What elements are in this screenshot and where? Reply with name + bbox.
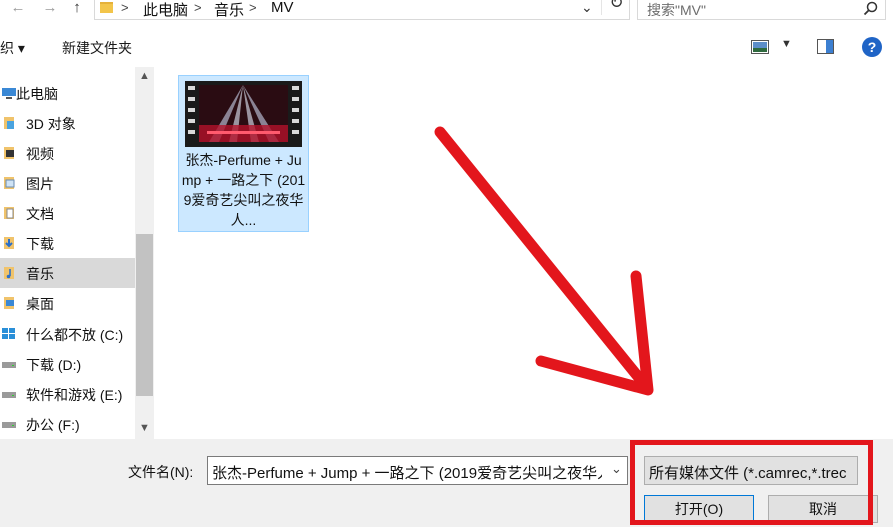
- change-view-icon[interactable]: [751, 40, 769, 54]
- nav-item-label: 下载: [26, 236, 54, 252]
- nav-item-label: 视频: [26, 146, 54, 162]
- nav-item-drive-e[interactable]: 软件和游戏 (E:): [0, 379, 135, 409]
- scroll-down-icon[interactable]: ▼: [139, 422, 150, 434]
- nav-item-label: 什么都不放 (C:): [26, 327, 124, 343]
- nav-item-label: 桌面: [26, 296, 54, 312]
- nav-item-label: 办公 (F:): [26, 417, 80, 433]
- nav-item-downloads[interactable]: 下载: [0, 228, 135, 258]
- toolbar: 织 ▾ 新建文件夹 ▼ ?: [0, 33, 893, 63]
- nav-item-drive-f[interactable]: 办公 (F:): [0, 409, 135, 439]
- search-input[interactable]: 搜索"MV": [637, 0, 886, 20]
- filename-label: 文件名(N):: [128, 464, 194, 480]
- breadcrumb-separator: >: [249, 0, 257, 15]
- documents-icon: [4, 207, 14, 219]
- folder-icon: [100, 2, 113, 13]
- nav-item-label: 此电脑: [16, 86, 58, 102]
- preview-pane-icon[interactable]: [817, 39, 834, 54]
- nav-item-label: 图片: [26, 176, 54, 192]
- organize-button[interactable]: 织 ▾: [0, 38, 25, 58]
- nav-scrollbar[interactable]: ▲ ▼: [135, 67, 154, 439]
- file-item[interactable]: 张杰-Perfume + Jump + 一路之下 (2019爱奇艺尖叫之夜华人.…: [178, 75, 309, 232]
- filename-value[interactable]: 张杰-Perfume + Jump + 一路之下 (2019爱奇艺尖叫之夜华人盛…: [212, 462, 602, 483]
- breadcrumb-separator: >: [121, 0, 129, 15]
- nav-item-label: 软件和游戏 (E:): [26, 387, 123, 403]
- address-bar[interactable]: > 此电脑 > 音乐 > MV ⌄ ↻: [94, 0, 630, 20]
- up-arrow-icon[interactable]: ↑: [67, 0, 87, 18]
- nav-item-videos[interactable]: 视频: [0, 138, 135, 168]
- view-dropdown-icon[interactable]: ▼: [781, 38, 792, 50]
- desktop-icon: [4, 297, 14, 309]
- new-folder-button[interactable]: 新建文件夹: [62, 38, 132, 58]
- nav-item-drive-d[interactable]: 下载 (D:): [0, 349, 135, 379]
- breadcrumb-item[interactable]: 此电脑: [143, 0, 188, 20]
- filename-input[interactable]: 张杰-Perfume + Jump + 一路之下 (2019爱奇艺尖叫之夜华人盛…: [207, 456, 628, 485]
- nav-item-label: 文档: [26, 206, 54, 222]
- address-row: ← → ↑ > 此电脑 > 音乐 > MV ⌄ ↻ 搜索"MV": [0, 0, 893, 22]
- scroll-up-icon[interactable]: ▲: [139, 70, 150, 82]
- search-icon[interactable]: [863, 1, 878, 16]
- chevron-down-icon[interactable]: ⌄: [611, 461, 622, 477]
- nav-item-3d-objects[interactable]: 3D 对象: [0, 108, 135, 138]
- drive-icon: [2, 362, 16, 368]
- nav-item-label: 3D 对象: [26, 116, 76, 132]
- refresh-icon[interactable]: ↻: [601, 0, 631, 15]
- annotation-highlight-box: [630, 440, 873, 525]
- forward-arrow-icon[interactable]: →: [40, 0, 60, 18]
- breadcrumb-separator: >: [194, 0, 202, 15]
- video-file-icon: [185, 81, 302, 147]
- nav-item-this-pc[interactable]: 此电脑: [0, 78, 135, 108]
- nav-item-drive-c[interactable]: 什么都不放 (C:): [0, 319, 135, 349]
- computer-icon: [2, 88, 16, 99]
- file-name: 张杰-Perfume + Jump + 一路之下 (2019爱奇艺尖叫之夜华人.…: [181, 152, 306, 228]
- windows-drive-icon: [2, 328, 15, 339]
- breadcrumb-item[interactable]: 音乐: [214, 0, 244, 20]
- chevron-down-icon[interactable]: ⌄: [581, 0, 593, 16]
- file-list: 张杰-Perfume + Jump + 一路之下 (2019爱奇艺尖叫之夜华人.…: [155, 67, 893, 439]
- video-thumbnail: [199, 85, 288, 142]
- videos-icon: [4, 147, 14, 159]
- nav-item-pictures[interactable]: 图片: [0, 168, 135, 198]
- scrollbar-thumb[interactable]: [136, 234, 153, 396]
- nav-item-music[interactable]: 音乐: [0, 258, 135, 288]
- music-icon: [4, 267, 14, 279]
- back-arrow-icon[interactable]: ←: [8, 0, 28, 18]
- search-placeholder: 搜索"MV": [647, 2, 706, 18]
- drive-icon: [2, 392, 16, 398]
- nav-item-desktop[interactable]: 桌面: [0, 288, 135, 318]
- nav-item-label: 音乐: [26, 266, 54, 282]
- nav-item-label: 下载 (D:): [26, 357, 82, 373]
- pictures-icon: [4, 177, 15, 189]
- 3d-objects-icon: [4, 117, 14, 129]
- downloads-icon: [4, 237, 14, 249]
- drive-icon: [2, 422, 16, 428]
- navigation-pane: 此电脑 3D 对象 视频 图片 文档 下载 音乐 桌面 什么都不放 (C:) 下…: [0, 67, 155, 439]
- breadcrumb-item[interactable]: MV: [271, 0, 294, 16]
- help-icon[interactable]: ?: [862, 37, 882, 57]
- nav-item-documents[interactable]: 文档: [0, 198, 135, 228]
